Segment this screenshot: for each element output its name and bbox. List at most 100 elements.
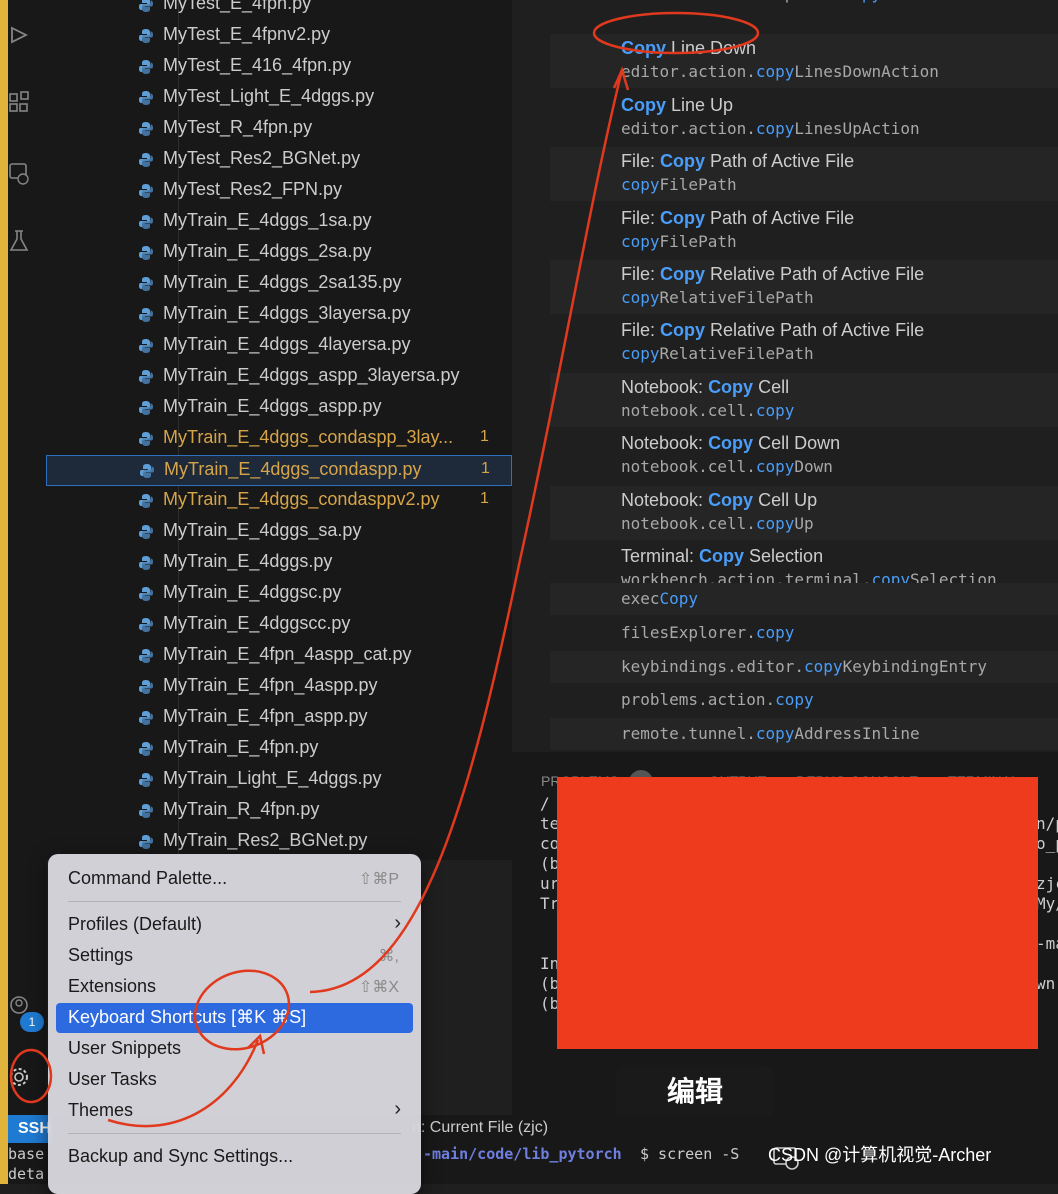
- menu-item[interactable]: Settings ⌘,: [56, 941, 413, 971]
- file-item[interactable]: MyTest_E_4fpnv2.py: [46, 21, 512, 52]
- keybinding-row[interactable]: execCopy: [550, 583, 1058, 615]
- python-file-icon: [139, 91, 153, 105]
- file-item[interactable]: MyTrain_E_4dggs.py: [46, 548, 512, 579]
- label-part: Copy: [621, 94, 666, 115]
- file-item[interactable]: MyTrain_E_4dggs_condaspp_3lay... 1: [46, 424, 512, 455]
- file-item[interactable]: MyTrain_E_4fpn.py: [46, 734, 512, 765]
- run-debug-icon[interactable]: [8, 22, 30, 48]
- label-part: Cell Up: [753, 489, 818, 510]
- keybinding-row[interactable]: filesExplorer.copy: [550, 617, 1058, 649]
- menu-item[interactable]: Backup and Sync Settings...: [56, 1142, 413, 1172]
- menu-item[interactable]: User Tasks: [56, 1065, 413, 1095]
- file-item[interactable]: MyTrain_E_4fpn_aspp.py: [46, 703, 512, 734]
- keybinding-row[interactable]: Copy Line Up editor.action.copyLinesUpAct…: [550, 91, 1058, 145]
- file-item[interactable]: MyTrain_E_4dggs_3layersa.py: [46, 300, 512, 331]
- keybinding-row[interactable]: Notebook: Copy Cell notebook.cell.copy: [550, 372, 1058, 427]
- terminal-output-line: /: [540, 794, 550, 813]
- command-id-part: editor.action.: [621, 62, 756, 82]
- command-id-part: AddressInline: [794, 724, 920, 744]
- command-label: Notebook: Copy Cell Down: [621, 433, 840, 454]
- file-item[interactable]: MyTest_Res2_FPN.py: [46, 176, 512, 207]
- label-part: File:: [621, 151, 661, 172]
- extensions-icon[interactable]: [8, 90, 30, 116]
- keybinding-row[interactable]: File: Copy Relative Path of Active File c…: [550, 260, 1058, 314]
- file-name: MyTrain_E_4dggs_condaspp_3lay...: [163, 427, 454, 447]
- keybinding-row[interactable]: Copy Line Down editor.action.copyLinesDow…: [550, 34, 1058, 89]
- keybinding-row[interactable]: File: Copy Relative Path of Active File c…: [550, 316, 1058, 370]
- file-item[interactable]: MyTrain_E_4dggs_sa.py: [46, 517, 512, 548]
- file-item[interactable]: MyTrain_E_4dggs_condaspp.py 1: [46, 455, 512, 486]
- keybinding-row[interactable]: keybindings.editor.copyKeybindingEntry: [550, 650, 1058, 683]
- menu-item-shortcut: ⌘,: [378, 948, 399, 965]
- keybinding-row[interactable]: editor.action.clipboardCopyAction: [550, 0, 1058, 10]
- file-name: MyTrain_E_4dggs_sa.py: [163, 520, 362, 540]
- file-item[interactable]: MyTrain_E_4dggs_aspp_3layersa.py: [46, 362, 512, 393]
- command-id: filesExplorer.copy: [621, 623, 794, 642]
- file-item[interactable]: MyTest_R_4fpn.py: [46, 114, 512, 145]
- edit-button[interactable]: 编辑: [616, 1065, 774, 1119]
- remote-ssh-indicator[interactable]: SSH: [8, 1115, 52, 1143]
- menu-item[interactable]: Themes ›: [56, 1096, 413, 1126]
- file-name: MyTrain_Light_E_4dggs.py: [163, 768, 382, 788]
- file-item[interactable]: MyTest_Light_E_4dggs.py: [46, 83, 512, 114]
- command-id-part: notebook.cell.: [621, 513, 756, 533]
- menu-item[interactable]: User Snippets: [56, 1034, 413, 1064]
- file-name: MyTest_E_4fpn.py: [163, 0, 312, 13]
- file-item[interactable]: MyTrain_E_4dggscc.py: [46, 610, 512, 641]
- file-item[interactable]: MyTrain_E_4dggsc.py: [46, 579, 512, 610]
- command-id: execCopy: [621, 589, 698, 608]
- keybinding-row[interactable]: Notebook: Copy Cell Down notebook.cell.co…: [550, 429, 1058, 483]
- python-file-icon: [139, 401, 153, 415]
- file-item[interactable]: MyTrain_E_4dggs_1sa.py: [46, 207, 512, 238]
- window-edge-bar: [0, 0, 8, 1184]
- file-item[interactable]: MyTest_Res2_BGNet.py: [46, 145, 512, 176]
- keybinding-row[interactable]: File: Copy Path of Active File copyFilePa…: [550, 204, 1058, 258]
- file-item[interactable]: MyTrain_E_4dggs_2sa135.py: [46, 269, 512, 300]
- manage-gear-icon[interactable]: [8, 1064, 30, 1090]
- file-name: MyTrain_E_4dggs_condasppv2.py: [163, 489, 440, 509]
- command-id-part: remote.tunnel.: [621, 724, 756, 744]
- command-id: copyFilePath: [621, 232, 737, 251]
- terminal-output-line: zjc: [1036, 874, 1058, 893]
- testing-flask-icon[interactable]: [8, 228, 30, 254]
- label-part: Copy: [708, 376, 754, 397]
- menu-item[interactable]: Keyboard Shortcuts [⌘K ⌘S]: [56, 1003, 413, 1033]
- keybinding-row[interactable]: remote.tunnel.copyAddressInline: [550, 718, 1058, 751]
- keybinding-row[interactable]: problems.action.copy: [550, 684, 1058, 716]
- command-id-part: Down: [794, 457, 833, 477]
- menu-item-shortcut: ⇧⌘X: [358, 979, 399, 996]
- keybinding-row[interactable]: Notebook: Copy Cell Up notebook.cell.copy…: [550, 485, 1058, 540]
- menu-item[interactable]: Extensions ⇧⌘X: [56, 972, 413, 1002]
- python-file-icon: [139, 835, 153, 849]
- menu-item[interactable]: Command Palette... ⇧⌘P: [56, 864, 413, 894]
- file-item[interactable]: MyTest_E_416_4fpn.py: [46, 52, 512, 83]
- file-item[interactable]: MyTrain_Light_E_4dggs.py: [46, 765, 512, 796]
- keybinding-row[interactable]: File: Copy Path of Active File copyFilePa…: [550, 147, 1058, 202]
- python-file-icon: [139, 773, 153, 787]
- menu-item[interactable]: Profiles (Default) ›: [56, 910, 413, 940]
- python-file-icon: [139, 432, 153, 446]
- command-id-part: exec: [621, 589, 660, 608]
- command-id: notebook.cell.copy: [621, 401, 794, 420]
- label-part: File:: [621, 320, 661, 341]
- problem-count-badge: 1: [481, 460, 490, 477]
- command-id-part: copy: [755, 118, 795, 138]
- file-item[interactable]: MyTrain_E_4fpn_4aspp.py: [46, 672, 512, 703]
- remote-explorer-icon[interactable]: [8, 160, 30, 186]
- python-file-icon: [139, 153, 153, 167]
- file-item[interactable]: MyTrain_E_4dggs_condasppv2.py 1: [46, 486, 512, 517]
- file-item[interactable]: MyTest_E_4fpn.py: [46, 0, 512, 21]
- command-label: Copy Line Up: [621, 95, 733, 116]
- python-file-icon: [139, 184, 153, 198]
- file-item[interactable]: MyTrain_E_4dggs_2sa.py: [46, 238, 512, 269]
- menu-separator: [68, 901, 401, 902]
- file-item[interactable]: MyTrain_R_4fpn.py: [46, 796, 512, 827]
- menu-item-label: Backup and Sync Settings...: [68, 1146, 294, 1166]
- menu-item-label: Profiles (Default): [68, 914, 203, 934]
- file-item[interactable]: MyTrain_E_4fpn_4aspp_cat.py: [46, 641, 512, 672]
- file-item[interactable]: MyTrain_E_4dggs_4layersa.py: [46, 331, 512, 362]
- file-item[interactable]: MyTrain_E_4dggs_aspp.py: [46, 393, 512, 424]
- command-id: copyRelativeFilePath: [621, 288, 814, 307]
- status-task-text[interactable]: n: Current File (zjc): [412, 1119, 548, 1137]
- chevron-right-icon: ›: [394, 912, 401, 934]
